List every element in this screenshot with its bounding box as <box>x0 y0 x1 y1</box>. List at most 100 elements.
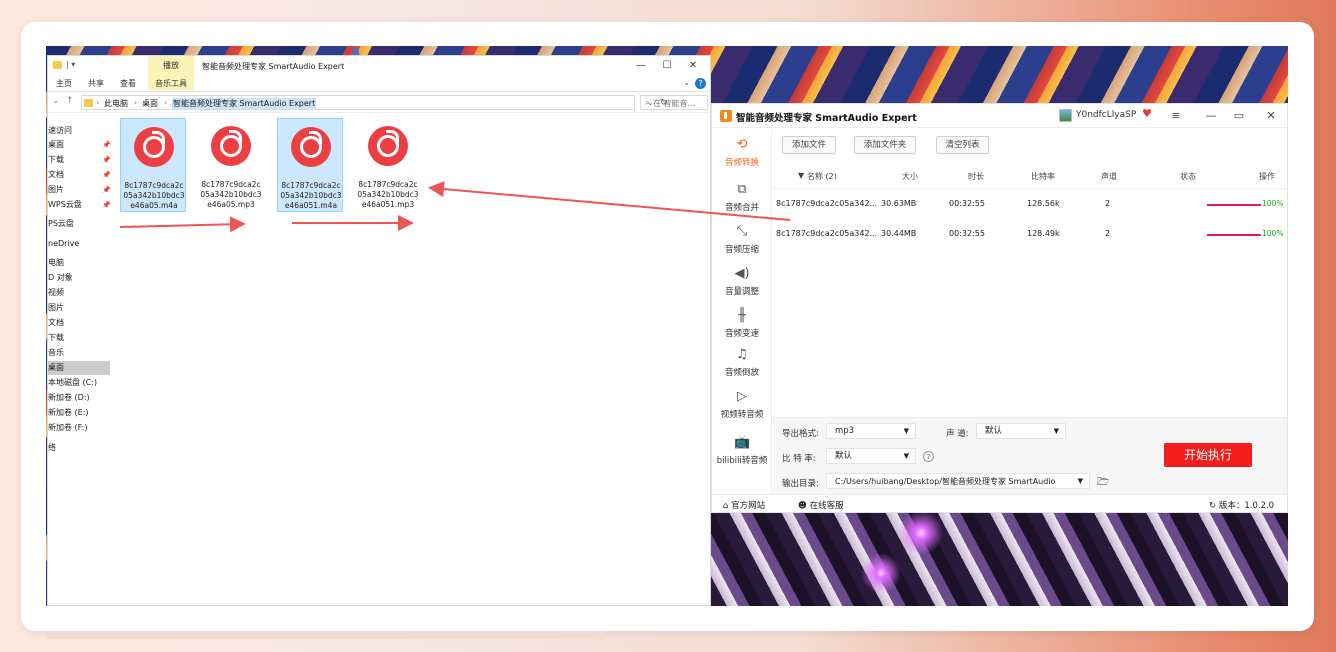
nav-item-network[interactable]: 络 <box>48 441 112 455</box>
nav-item-this-pc[interactable]: 电脑 <box>48 256 112 270</box>
recent-locations-icon[interactable]: ⌄ <box>52 96 60 106</box>
cell-size: 30.44MB <box>881 229 917 238</box>
address-bar[interactable]: › 此电脑 › 桌面 › 智能音频处理专家 SmartAudio Expert … <box>81 95 668 110</box>
file-name: 8c1787c9dca2c05a342b10bdc3e46a05.m4a <box>123 181 185 210</box>
sidebar-item-label: bilibili转音频 <box>716 456 768 466</box>
sidebar-item-audio-convert[interactable]: ⟲ 音频转换 <box>712 133 772 173</box>
vip-heart-icon[interactable]: ♥ <box>1142 108 1154 120</box>
nav-item-wps-cloud[interactable]: PS云盘 <box>48 217 112 231</box>
breadcrumb-desktop[interactable]: 桌面 <box>142 98 158 109</box>
breadcrumb-current-folder[interactable]: 智能音频处理专家 SmartAudio Expert <box>172 98 317 109</box>
channel-select[interactable]: 默认 ▼ <box>976 423 1066 439</box>
nav-item-pictures[interactable]: 图片 <box>48 301 112 315</box>
nav-item-pictures-pinned[interactable]: 图片 📌 <box>48 183 112 197</box>
ribbon-tab-share[interactable]: 共享 <box>88 78 104 89</box>
help-icon[interactable]: ? <box>695 78 706 89</box>
nav-item-onedrive[interactable]: neDrive <box>48 237 112 251</box>
nav-item-desktop[interactable]: 桌面 <box>48 361 110 375</box>
nav-item-drive-c[interactable]: 本地磁盘 (C:) <box>48 376 112 390</box>
sort-desc-icon[interactable]: ▼ <box>798 171 804 180</box>
explorer-titlebar: | ▾ 播放 智能音频处理专家 SmartAudio Expert — ☐ ✕ <box>48 56 710 76</box>
nav-item-music[interactable]: 音乐 <box>48 346 112 360</box>
start-button[interactable]: 开始执行 <box>1164 443 1252 467</box>
add-file-button[interactable]: 添加文件 <box>782 136 836 154</box>
clear-list-button[interactable]: 清空列表 <box>936 136 989 154</box>
nav-item-quick-access[interactable]: 速访问 <box>48 124 112 138</box>
add-folder-button[interactable]: 添加文件夹 <box>854 136 916 154</box>
progress-bar <box>1207 234 1261 236</box>
nav-item-documents[interactable]: 文档 <box>48 316 112 330</box>
sidebar-item-audio-merge[interactable]: ⧉ 音频合并 <box>712 178 772 218</box>
file-item[interactable]: 8c1787c9dca2c05a342b10bdc3e46a051.mp3 <box>355 118 421 212</box>
nav-item-3d-objects[interactable]: D 对象 <box>48 271 112 285</box>
official-site-link[interactable]: ⌂ 官方网站 <box>723 499 765 511</box>
nav-item-downloads-pinned[interactable]: 下载 📌 <box>48 153 112 167</box>
app-titlebar: 智能音频处理专家 SmartAudio Expert Y0ndfcLlyaSP … <box>712 104 1287 128</box>
ribbon-tab-home[interactable]: 主页 <box>56 78 72 89</box>
folder-open-icon[interactable]: 🗁 <box>1097 475 1109 492</box>
close-icon[interactable]: ✕ <box>686 59 700 73</box>
file-explorer-window: | ▾ 播放 智能音频处理专家 SmartAudio Expert — ☐ ✕ … <box>47 55 711 606</box>
sidebar-item-audio-compress[interactable]: ⤡ 音频压缩 <box>712 220 772 260</box>
explorer-search-input[interactable]: ⌕ 在 智能音... <box>640 95 708 110</box>
column-name[interactable]: 名称 (2) <box>807 171 837 182</box>
sidebar-item-bilibili[interactable]: 📺 bilibili转音频 <box>712 431 772 471</box>
nav-item-wps-pinned[interactable]: WPS云盘 📌 <box>48 198 112 212</box>
nav-item-documents-pinned[interactable]: 文档 📌 <box>48 168 112 182</box>
settings-panel: 导出格式: mp3 ▼ 声 道: 默认 ▼ 比 特 率: 默认 ▼ ? 输出目录… <box>773 417 1287 495</box>
output-dir-value: C:/Users/huibang/Desktop/智能音频处理专家 SmartA… <box>835 477 1056 486</box>
ribbon-tab-music-tools[interactable]: 音乐工具 <box>148 76 194 90</box>
column-status: 状态 <box>1180 172 1196 181</box>
file-item[interactable]: 8c1787c9dca2c05a342b10bdc3e46a05.mp3 <box>198 118 264 212</box>
up-arrow-icon[interactable]: ↑ <box>66 96 74 106</box>
version-info[interactable]: ↻ 版本：1.0.2.0 <box>1209 499 1274 511</box>
sidebar-item-video-to-audio[interactable]: ▷ 视频转音频 <box>712 385 772 425</box>
nav-item-downloads[interactable]: 下载 <box>48 331 112 345</box>
netease-music-icon <box>368 126 408 166</box>
sidebar-item-reverse[interactable]: ♫ 音频倒放 <box>712 343 772 383</box>
bitrate-select[interactable]: 默认 ▼ <box>826 448 916 464</box>
nav-item-drive-f[interactable]: 新加卷 (F:) <box>48 421 112 435</box>
table-row[interactable]: 8c1787c9dca2c05a342... 30.63MB 00:32:55 … <box>773 190 1287 220</box>
pin-icon: 📌 <box>102 141 111 149</box>
column-action: 操作 <box>1259 172 1275 181</box>
smartaudio-app-window: 智能音频处理专家 SmartAudio Expert Y0ndfcLlyaSP … <box>711 103 1288 513</box>
minimize-icon[interactable]: — <box>634 59 648 73</box>
file-item[interactable]: 8c1787c9dca2c05a342b10bdc3e46a05.m4a <box>120 118 186 212</box>
online-support-link[interactable]: ☻ 在线客服 <box>798 499 844 511</box>
minimize-icon[interactable]: — <box>1204 109 1218 123</box>
nav-item-drive-d[interactable]: 新加卷 (D:) <box>48 391 112 405</box>
nav-item-desktop-pinned[interactable]: 桌面 📌 <box>48 138 112 152</box>
desktop-wallpaper-lower <box>711 513 1288 606</box>
file-name: 8c1787c9dca2c05a342b10bdc3e46a051.m4a <box>280 181 342 210</box>
file-name: 8c1787c9dca2c05a342b10bdc3e46a05.mp3 <box>200 180 262 209</box>
nav-item-videos[interactable]: 视频 <box>48 286 112 300</box>
table-row[interactable]: 8c1787c9dca2c05a342... 30.44MB 00:32:55 … <box>773 220 1287 250</box>
pin-icon: 📌 <box>102 201 111 209</box>
menu-icon[interactable]: ≡ <box>1169 109 1183 123</box>
compress-icon: ⤡ <box>736 224 748 239</box>
breadcrumb-this-pc[interactable]: 此电脑 <box>104 98 128 109</box>
volume-icon: ◀) <box>734 266 750 281</box>
context-tab-play[interactable]: 播放 <box>148 56 194 76</box>
username[interactable]: Y0ndfcLlyaSP <box>1076 110 1136 120</box>
cell-name: 8c1787c9dca2c05a342... <box>776 199 878 208</box>
avatar[interactable] <box>1059 109 1072 122</box>
maximize-icon[interactable]: ▭ <box>1232 109 1246 123</box>
file-item[interactable]: 8c1787c9dca2c05a342b10bdc3e46a051.m4a <box>277 118 343 212</box>
sidebar-item-volume[interactable]: ◀) 音量调整 <box>712 262 772 302</box>
close-icon[interactable]: ✕ <box>1264 109 1278 123</box>
sidebar-item-speed[interactable]: ╫ 音频变速 <box>712 304 772 344</box>
cell-duration: 00:32:55 <box>949 199 985 208</box>
nav-item-drive-e[interactable]: 新加卷 (E:) <box>48 406 112 420</box>
format-select[interactable]: mp3 ▼ <box>826 423 916 439</box>
quick-access-dropdown-icon[interactable]: | ▾ <box>66 60 75 69</box>
app-logo-icon <box>720 110 732 122</box>
output-dir-label: 输出目录: <box>782 479 819 489</box>
ribbon-expand-icon[interactable]: ⌄ <box>683 78 690 87</box>
maximize-icon[interactable]: ☐ <box>660 59 674 73</box>
column-duration: 时长 <box>968 172 984 181</box>
output-dir-select[interactable]: C:/Users/huibang/Desktop/智能音频处理专家 SmartA… <box>826 473 1090 489</box>
ribbon-tab-view[interactable]: 查看 <box>120 78 136 89</box>
help-icon[interactable]: ? <box>923 451 934 462</box>
